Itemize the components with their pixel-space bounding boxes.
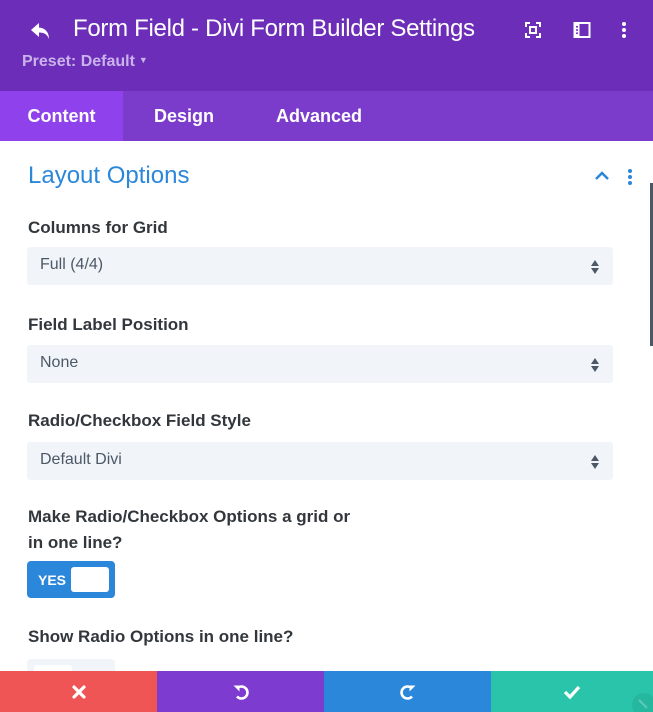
columns-for-grid-select[interactable]: Full (4/4)	[27, 247, 613, 285]
modal-title: Form Field - Divi Form Builder Settings	[73, 15, 475, 42]
collapse-section-button[interactable]	[593, 169, 611, 183]
select-value: Default Divi	[40, 451, 122, 468]
field-label-position-select[interactable]: None	[27, 345, 613, 383]
label-line-1: Make Radio/Checkbox Options a grid or	[28, 507, 351, 526]
select-arrows-icon	[591, 260, 599, 274]
radio-one-line-toggle[interactable]	[27, 659, 115, 671]
redo-icon	[399, 684, 415, 700]
preset-label: Preset: Default	[22, 53, 135, 70]
settings-content: Layout Options Columns for Grid Full (4/…	[0, 141, 653, 671]
select-value: Full (4/4)	[40, 256, 104, 273]
back-button[interactable]	[28, 18, 54, 44]
more-vertical-icon	[628, 169, 632, 185]
modal-header: Form Field - Divi Form Builder Settings …	[0, 0, 653, 91]
tab-bar: Content Design Advanced	[0, 91, 653, 141]
split-view-icon	[573, 22, 591, 38]
undo-button[interactable]	[157, 671, 324, 712]
field-style-select[interactable]: Default Divi	[27, 442, 613, 480]
field-label-position-label: Field Label Position	[28, 315, 189, 334]
modal-footer	[0, 671, 653, 712]
cancel-button[interactable]	[0, 671, 157, 712]
select-arrows-icon	[591, 455, 599, 469]
close-icon	[71, 684, 86, 699]
check-icon	[563, 685, 581, 699]
field-style-label: Radio/Checkbox Field Style	[28, 411, 251, 430]
radio-one-line-label: Show Radio Options in one line?	[28, 627, 294, 646]
more-options-button[interactable]	[614, 20, 634, 40]
undo-icon	[233, 684, 249, 700]
resize-handle[interactable]	[632, 693, 653, 712]
split-view-button[interactable]	[572, 20, 592, 40]
tab-advanced[interactable]: Advanced	[245, 91, 393, 141]
section-options-button[interactable]	[625, 168, 635, 186]
toggle-knob	[71, 567, 109, 592]
preset-dropdown[interactable]: Preset: Default ▼	[22, 53, 148, 71]
columns-for-grid-label: Columns for Grid	[28, 218, 168, 237]
settings-modal: Form Field - Divi Form Builder Settings …	[0, 0, 653, 712]
save-button[interactable]	[491, 671, 653, 712]
tab-design[interactable]: Design	[123, 91, 245, 141]
grid-or-line-toggle[interactable]: YES	[27, 561, 115, 598]
tab-content[interactable]: Content	[0, 91, 123, 141]
toggle-label: YES	[38, 572, 67, 588]
expand-modal-button[interactable]	[523, 20, 543, 40]
expand-icon	[525, 22, 541, 38]
resize-icon	[638, 699, 648, 709]
grid-or-line-label: Make Radio/Checkbox Options a grid or in…	[28, 504, 350, 556]
label-line-2: in one line?	[28, 533, 123, 552]
caret-down-icon: ▼	[138, 55, 148, 65]
select-value: None	[40, 354, 79, 371]
back-arrow-icon	[31, 23, 49, 39]
section-title[interactable]: Layout Options	[28, 162, 189, 190]
more-vertical-icon	[622, 22, 626, 38]
chevron-up-icon	[595, 171, 609, 180]
select-arrows-icon	[591, 358, 599, 372]
redo-button[interactable]	[324, 671, 491, 712]
